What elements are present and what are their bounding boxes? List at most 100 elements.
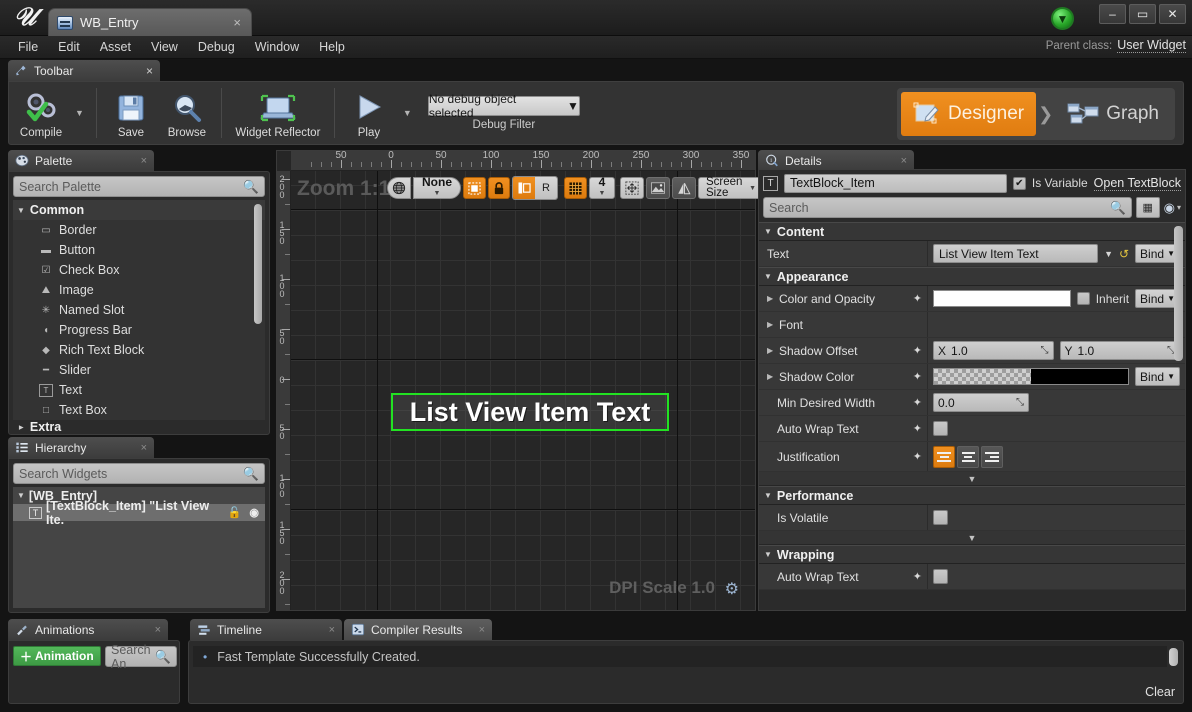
localization-globe-icon-button[interactable] [387,177,411,199]
pin-icon[interactable]: ✦ [913,370,927,383]
close-window-button[interactable]: ✕ [1159,4,1186,24]
timeline-tab[interactable]: Timeline × [190,619,342,640]
chevron-down-icon[interactable]: ▼ [1104,249,1113,259]
inherit-checkbox[interactable]: ✔ [1076,292,1090,305]
menu-item-help[interactable]: Help [309,36,355,58]
pin-icon[interactable]: ✦ [913,292,927,305]
expand-arrow-icon[interactable]: ▶ [767,294,775,303]
clear-log-button[interactable]: Clear [1145,685,1175,699]
compiler-results-tab[interactable]: Compiler Results × [344,619,492,640]
palette-item-rich-text-block[interactable]: ◆ Rich Text Block [13,340,265,360]
localization-preview-select[interactable]: None ▼ [413,176,461,199]
palette-item-progress-bar[interactable]: ◖ Progress Bar [13,320,265,340]
details-section-wrapping[interactable]: ▼ Wrapping [759,545,1185,564]
fit-to-screen-button[interactable] [620,177,644,199]
pin-icon[interactable]: ✦ [913,396,927,409]
dashed-outline-toggle[interactable] [463,177,486,199]
performance-expand-more[interactable]: ▼ [759,531,1185,545]
hierarchy-search-input[interactable]: Search Widgets 🔍 [13,463,265,484]
palette-item-image[interactable]: ⛰ Image [13,280,265,300]
palette-group-common[interactable]: ▼ Common [13,200,265,220]
mode-designer[interactable]: Designer [901,92,1037,136]
palette-item-named-slot[interactable]: ✳ Named Slot [13,300,265,320]
details-section-content[interactable]: ▼ Content [759,222,1185,241]
close-icon[interactable]: × [233,15,243,30]
appearance-expand-more[interactable]: ▼ [759,472,1185,486]
is-variable-checkbox[interactable]: ✔ [1012,176,1026,190]
pin-icon[interactable]: ✦ [913,422,927,435]
shadow-offset-y-input[interactable]: Y 1.0 ⤡ [1059,341,1180,360]
mode-graph[interactable]: Graph [1055,92,1171,136]
hierarchy-tab[interactable]: Hierarchy × [8,437,154,458]
save-state-orb-icon[interactable]: ▼ [1051,7,1074,30]
grid-size-select[interactable]: 4 ▼ [589,176,615,199]
justify-center-button[interactable] [957,445,979,468]
visibility-eye-icon[interactable]: ◉ [249,506,265,519]
min-desired-width-input[interactable]: 0.0 ⤡ [933,393,1029,412]
spinner-icon[interactable]: ⤡ [1041,345,1049,356]
details-scrollbar[interactable] [1174,226,1183,361]
play-button[interactable]: Play [341,82,397,144]
spinner-icon[interactable]: ⤡ [1016,397,1024,408]
hierarchy-item-textblock-item[interactable]: T [TextBlock_Item] "List View Ite. 🔓 ◉ [13,499,265,527]
maximize-button[interactable]: ▭ [1129,4,1156,24]
details-section-appearance[interactable]: ▼ Appearance [759,267,1185,286]
close-icon[interactable]: × [901,155,907,167]
details-scroll-area[interactable]: ▼ Content Text List View Item Text ▼ ↺ B… [759,222,1185,610]
layout-panel-toggle[interactable] [513,177,535,199]
pin-icon[interactable]: ✦ [913,344,927,357]
compile-dropdown-arrow-icon[interactable]: ▼ [69,82,90,144]
image-preview-toggle[interactable] [646,177,670,199]
justify-left-button[interactable] [933,445,955,468]
compiler-log-scrollbar[interactable] [1169,648,1178,666]
palette-item-slider[interactable]: ━ Slider [13,360,265,380]
parent-class-link[interactable]: User Widget [1117,38,1186,53]
lock-toggle[interactable] [488,177,510,199]
menu-item-edit[interactable]: Edit [48,36,90,58]
palette-item-check-box[interactable]: ☑ Check Box [13,260,265,280]
details-search-input[interactable]: Search 🔍 [763,197,1132,218]
palette-search-input[interactable]: Search Palette 🔍 [13,176,265,197]
debug-object-select[interactable]: No debug object selected ▼ [427,92,580,120]
shadow-color-bind-button[interactable]: Bind ▼ [1135,367,1180,386]
color-swatch[interactable] [933,290,1071,307]
widget-reflector-button[interactable]: Widget Reflector [228,82,328,144]
expand-arrow-icon[interactable]: ▶ [767,320,775,329]
respect-locks-toggle[interactable]: R [535,177,557,199]
close-icon[interactable]: × [479,624,485,636]
selected-widget-textblock[interactable]: List View Item Text [391,393,669,431]
screen-size-select[interactable]: Screen Size ▼ [698,176,764,199]
details-visibility-menu[interactable]: ◉ ▾ [1164,200,1181,216]
close-icon[interactable]: × [155,624,161,636]
close-icon[interactable]: × [146,64,153,78]
expand-arrow-icon[interactable]: ▶ [767,346,775,355]
auto-wrap-text-checkbox[interactable]: ✔ [933,421,948,436]
snap-to-grid-toggle[interactable] [564,177,587,199]
details-section-performance[interactable]: ▼ Performance [759,486,1185,505]
close-icon[interactable]: × [141,155,147,167]
text-value-input[interactable]: List View Item Text [933,244,1099,263]
menu-item-window[interactable]: Window [245,36,309,58]
menu-item-view[interactable]: View [141,36,188,58]
palette-item-button[interactable]: ▬ Button [13,240,265,260]
menu-item-asset[interactable]: Asset [90,36,141,58]
palette-tab[interactable]: Palette × [8,150,154,171]
add-animation-button[interactable]: ＋ Animation [13,646,101,666]
designer-viewport[interactable]: 50 0 50 100 150 200 250 300 350 200 150 … [276,150,764,611]
palette-item-text-box[interactable]: □ Text Box [13,400,265,420]
animations-tab[interactable]: Animations × [8,619,168,640]
toolbar-tab[interactable]: Toolbar × [8,60,160,81]
design-canvas[interactable]: List View Item Text DPI Scale 1.0 ⚙ [291,171,755,610]
animation-search-input[interactable]: Search An 🔍 [105,643,177,671]
pin-icon[interactable]: ✦ [913,570,927,583]
widget-name-input[interactable]: TextBlock_Item [784,173,1007,193]
compile-button[interactable]: Compile [13,82,69,144]
justify-right-button[interactable] [981,445,1003,468]
menu-item-file[interactable]: File [8,36,48,58]
details-grid-view-button[interactable]: ▦ [1135,197,1160,218]
auto-wrap-text-wrapping-checkbox[interactable]: ✔ [933,569,948,584]
menu-item-debug[interactable]: Debug [188,36,245,58]
save-button[interactable]: Save [103,82,159,144]
dpi-settings-gear-icon[interactable]: ⚙ [725,579,739,599]
palette-item-border[interactable]: ▭ Border [13,220,265,240]
